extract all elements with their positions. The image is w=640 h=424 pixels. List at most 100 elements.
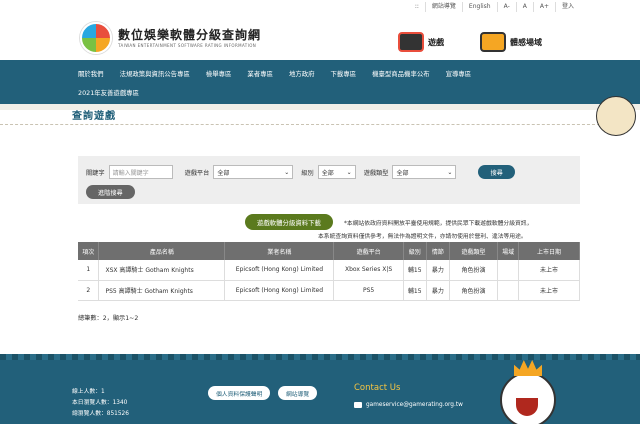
platform-select[interactable]: 全部 ⌄	[213, 165, 294, 179]
advanced-search-button[interactable]: 進階搜尋	[86, 185, 135, 199]
cell-venue	[497, 280, 520, 301]
search-button[interactable]: 搜尋	[478, 165, 515, 179]
contact-title: Contact Us	[354, 383, 401, 393]
game-category-label: 遊戲	[428, 37, 444, 47]
chevron-down-icon: ⌄	[284, 168, 290, 176]
game-category-link[interactable]: 遊戲	[398, 28, 444, 56]
keyword-input[interactable]: 請輸入關鍵字	[108, 165, 173, 179]
nav-download[interactable]: 下載專區	[331, 69, 357, 78]
cell-rating: 輔15	[403, 260, 427, 281]
today-visits: 本日瀏覽人數：1340	[72, 400, 128, 406]
site-header: 數位娛樂軟體分級查詢網 TAIWAN ENTERTAINMENT SOFTWAR…	[0, 14, 640, 60]
mascot-decoration-icon	[596, 96, 636, 136]
cell-venue	[497, 260, 520, 281]
col-content: 情節	[426, 242, 450, 260]
open-data-note: *本網站依政府資料開放平臺使用規範，提供民眾下載遊戲軟體分級資訊，	[344, 221, 533, 227]
cell-game-type: 角色扮演	[449, 260, 499, 281]
col-platform: 遊戲平台	[333, 242, 404, 260]
search-panel: 關鍵字 請輸入關鍵字 遊戲平台 全部 ⌄ 級別 全部 ⌄ 遊戲類型 全部 ⌄ 搜…	[78, 156, 580, 204]
type-label: 遊戲類型	[363, 169, 389, 177]
search-row-1: 關鍵字 請輸入關鍵字 遊戲平台 全部 ⌄ 級別 全部 ⌄ 遊戲類型 全部 ⌄ 搜…	[86, 165, 515, 179]
nav-friendly-games-2021[interactable]: 2021年友善遊戲專區	[78, 88, 139, 97]
col-company: 業者名稱	[224, 242, 335, 260]
platform-value: 全部	[217, 169, 230, 177]
footer-stripe	[0, 354, 640, 360]
mascot-crown-icon	[514, 360, 542, 376]
type-select[interactable]: 全部 ⌄	[392, 165, 457, 179]
email-address: gameservice@gamerating.org.tw	[366, 402, 463, 408]
cell-index: 1	[78, 260, 100, 281]
vr-glasses-icon	[480, 32, 506, 52]
site-footer: 線上人數：1 本日瀏覽人數：1340 總瀏覽人數：851526 個人資料保護聲明…	[0, 354, 640, 424]
results-table: 項次 產品名稱 業者名稱 遊戲平台 級別 情節 遊戲類型 場域 上市日期 1 X…	[78, 242, 580, 301]
cell-index: 2	[78, 280, 100, 301]
col-venue: 場域	[497, 242, 520, 260]
platform-label: 遊戲平台	[184, 169, 210, 177]
login-link[interactable]: 登入	[554, 2, 580, 12]
english-link[interactable]: English	[461, 2, 497, 12]
nav-report[interactable]: 檢舉專區	[206, 69, 232, 78]
cell-product-name[interactable]: PS5 高譚騎士 Gotham Knights	[98, 280, 226, 301]
nav-business[interactable]: 業者專區	[247, 69, 273, 78]
cell-platform: Xbox Series X|S	[333, 260, 404, 281]
keyword-label: 關鍵字	[86, 169, 105, 177]
col-game-type: 遊戲類型	[449, 242, 499, 260]
online-users: 線上人數：1	[72, 389, 105, 395]
table-row[interactable]: 2 PS5 高譚騎士 Gotham Knights Epicsoft (Hong…	[78, 280, 580, 301]
vr-category-link[interactable]: 體感場域	[480, 28, 542, 56]
privacy-button[interactable]: 個人資料保護聲明	[208, 386, 271, 400]
nav-regulations[interactable]: 法規政策與資訊公告專區	[120, 69, 190, 78]
cell-company: Epicsoft (Hong Kong) Limited	[224, 280, 335, 301]
sitemap-link[interactable]: 網站導覽	[424, 2, 462, 12]
page-title: 查詢遊戲	[72, 111, 116, 122]
nav-promotion[interactable]: 宣導專區	[446, 69, 472, 78]
page-title-band: 查詢遊戲	[0, 104, 640, 132]
cell-content: 暴力	[426, 260, 450, 281]
site-logo-icon[interactable]	[80, 22, 112, 54]
font-small-button[interactable]: A-	[496, 2, 516, 12]
game-controller-icon	[398, 32, 424, 52]
result-count: 總筆數：2，顯示1~2	[78, 315, 139, 322]
vr-category-label: 體感場域	[510, 37, 542, 47]
accesskey-link[interactable]: ::	[409, 2, 425, 12]
rating-label: 級別	[301, 169, 314, 177]
cell-platform: PS5	[333, 280, 404, 301]
type-value: 全部	[396, 169, 409, 177]
search-row-2: 進階搜尋	[86, 185, 135, 199]
cell-rating: 輔15	[403, 280, 427, 301]
total-visits: 總瀏覽人數：851526	[72, 411, 129, 417]
cell-game-type: 角色扮演	[449, 280, 499, 301]
table-header-row: 項次 產品名稱 業者名稱 遊戲平台 級別 情節 遊戲類型 場域 上市日期	[78, 242, 580, 260]
disclaimer-note: 本系統查詢資料僅供參考，無法作為證明文件，亦請勿使用於營利、違法等用途。	[318, 234, 527, 240]
rating-select[interactable]: 全部 ⌄	[317, 165, 356, 179]
col-rating: 級別	[403, 242, 427, 260]
col-index: 項次	[78, 242, 100, 260]
chevron-down-icon: ⌄	[447, 168, 453, 176]
nav-probability[interactable]: 機臺型商品機率公布	[372, 69, 430, 78]
chevron-down-icon: ⌄	[346, 168, 352, 176]
nav-row-1: 關於我們 法規政策與資訊公告專區 檢舉專區 業者專區 地方政府 下載專區 機臺型…	[78, 69, 487, 78]
cell-content: 暴力	[426, 280, 450, 301]
visitor-stats: 線上人數：1 本日瀏覽人數：1340 總瀏覽人數：851526	[72, 387, 129, 420]
font-medium-button[interactable]: A	[515, 2, 533, 12]
table-row[interactable]: 1 XSX 高譚騎士 Gotham Knights Epicsoft (Hong…	[78, 260, 580, 281]
mail-icon	[354, 402, 362, 408]
site-subtitle: TAIWAN ENTERTAINMENT SOFTWARE RATING INF…	[118, 43, 257, 48]
cell-company: Epicsoft (Hong Kong) Limited	[224, 260, 335, 281]
rating-value: 全部	[321, 169, 334, 177]
rating-data-download-button[interactable]: 遊戲軟體分級資料下載	[245, 214, 333, 230]
col-release-date: 上市日期	[518, 242, 580, 260]
main-nav: 關於我們 法規政策與資訊公告專區 檢舉專區 業者專區 地方政府 下載專區 機臺型…	[0, 60, 640, 104]
site-title[interactable]: 數位娛樂軟體分級查詢網	[118, 26, 261, 43]
cell-release-date: 未上市	[518, 280, 580, 301]
title-divider	[0, 124, 600, 125]
cell-release-date: 未上市	[518, 260, 580, 281]
sitemap-button[interactable]: 網站導覽	[278, 386, 318, 400]
font-large-button[interactable]: A+	[532, 2, 555, 12]
cell-product-name[interactable]: XSX 高譚騎士 Gotham Knights	[98, 260, 226, 281]
utility-bar: :: 網站導覽 English A- A A+ 登入	[0, 0, 640, 14]
contact-email[interactable]: gameservice@gamerating.org.tw	[354, 402, 463, 408]
nav-row-2: 2021年友善遊戲專區	[78, 88, 155, 97]
nav-local-government[interactable]: 地方政府	[289, 69, 315, 78]
nav-about[interactable]: 關於我們	[78, 69, 104, 78]
